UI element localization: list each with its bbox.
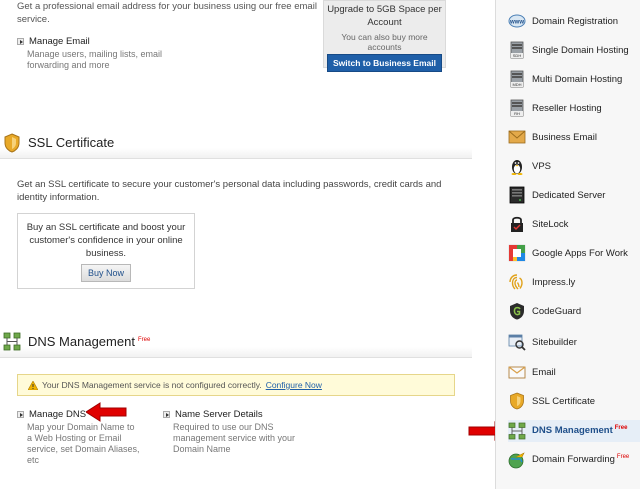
manage-dns-description: Map your Domain Name to a Web Hosting or… <box>27 422 140 465</box>
ssl-description: Get an SSL certificate to secure your cu… <box>17 179 442 203</box>
sidebar-item-label: DNS Management Free <box>532 425 627 436</box>
sidebar-item-label: Reseller Hosting <box>532 102 602 114</box>
sidebar-item-text: DNS Management <box>532 425 613 437</box>
sidebar-item-domain-forwarding[interactable]: Domain Forwarding Free <box>508 449 640 471</box>
mdh-server-icon: MDH <box>510 70 524 88</box>
sidebar-item-domain-registration[interactable]: www Domain Registration <box>508 10 640 32</box>
sidebar-item-label: Google Apps For Work <box>532 247 628 259</box>
ssl-shield-icon <box>4 133 20 153</box>
svg-text:MDH: MDH <box>512 82 521 87</box>
sidebar-item-sitelock[interactable]: SiteLock <box>508 213 640 235</box>
google-apps-icon <box>508 244 526 262</box>
lock-icon <box>511 216 523 232</box>
manage-email-description: Manage users, mailing lists, email forwa… <box>27 49 163 70</box>
globe-arrow-icon <box>508 452 525 469</box>
email-icon <box>508 366 526 379</box>
upgrade-box: Upgrade to 5GB Space per Account You can… <box>323 0 446 72</box>
ssl-shield-icon <box>510 392 524 410</box>
sidebar-item-label: Domain Registration <box>532 15 619 27</box>
dns-section-header: DNS Management Free <box>0 332 472 358</box>
sitebuilder-icon <box>508 334 526 351</box>
product-sidebar: www Domain Registration SDH Single Domai… <box>495 0 640 489</box>
sidebar-item-business-email[interactable]: Business Email <box>508 126 640 148</box>
sidebar-item-impressly[interactable]: Impress.ly <box>508 271 640 293</box>
svg-text:RH: RH <box>514 111 520 116</box>
expand-arrow-icon <box>163 411 170 418</box>
sidebar-item-codeguard[interactable]: CodeGuard <box>508 300 640 322</box>
dns-title-text: DNS Management <box>28 334 135 349</box>
svg-text:SDH: SDH <box>513 53 522 58</box>
sidebar-item-dns-management[interactable]: DNS Management Free <box>508 420 640 442</box>
sidebar-item-ssl-certificate[interactable]: SSL Certificate <box>508 390 640 412</box>
main-content: Get a professional email address for you… <box>0 0 472 489</box>
sidebar-item-reseller-hosting[interactable]: RH Reseller Hosting <box>508 97 640 119</box>
ssl-section-header: SSL Certificate <box>0 133 472 159</box>
warning-icon <box>28 380 38 390</box>
sidebar-item-label: VPS <box>532 160 552 172</box>
svg-text:www: www <box>509 20 524 26</box>
buy-now-button[interactable]: Buy Now <box>80 264 131 282</box>
dns-network-icon <box>508 422 526 440</box>
upgrade-note: You can also buy more accounts <box>341 32 428 52</box>
switch-to-business-email-button[interactable]: Switch to Business Email <box>327 54 442 72</box>
sidebar-item-label: Multi Domain Hosting <box>532 73 623 85</box>
expand-arrow-icon <box>17 411 24 418</box>
dns-network-icon <box>3 332 21 351</box>
red-arrow-icon <box>86 402 127 422</box>
sidebar-item-label: Impress.ly <box>532 276 576 288</box>
sidebar-item-dedicated-server[interactable]: Dedicated Server <box>508 184 640 206</box>
ssl-promo-box: Buy an SSL certificate and boost your cu… <box>17 213 195 289</box>
shield-g-icon <box>510 303 524 320</box>
sidebar-item-label: SiteLock <box>532 218 569 230</box>
sidebar-item-label: Sitebuilder <box>532 336 577 348</box>
envelope-icon <box>508 130 526 144</box>
expand-arrow-icon <box>17 38 24 45</box>
warning-text: Your DNS Management service is not confi… <box>42 380 262 390</box>
dns-warning-banner: Your DNS Management service is not confi… <box>17 374 455 396</box>
dns-section-title: DNS Management Free <box>28 334 150 349</box>
rh-server-icon: RH <box>510 99 524 117</box>
free-badge: Free <box>616 454 630 461</box>
free-badge: Free <box>137 336 151 343</box>
sdh-server-icon: SDH <box>510 41 524 59</box>
sidebar-item-multi-domain-hosting[interactable]: MDH Multi Domain Hosting <box>508 68 640 90</box>
sidebar-item-sitebuilder[interactable]: Sitebuilder <box>508 331 640 353</box>
sidebar-item-label: Domain Forwarding Free <box>532 454 629 465</box>
www-icon: www <box>508 14 526 28</box>
dedicated-server-icon <box>509 186 525 204</box>
sidebar-item-label: Email <box>532 366 556 378</box>
sidebar-item-label: Business Email <box>532 131 597 143</box>
sidebar-item-vps[interactable]: VPS <box>508 155 640 177</box>
fingerprint-icon <box>509 274 523 290</box>
manage-email-link[interactable]: Manage Email <box>29 36 90 47</box>
name-server-description: Required to use our DNS management servi… <box>173 422 296 454</box>
sidebar-item-label: CodeGuard <box>532 305 582 317</box>
ssl-section-title: SSL Certificate <box>28 135 115 150</box>
sidebar-item-google-apps[interactable]: Google Apps For Work <box>508 242 640 264</box>
free-badge: Free <box>614 425 628 432</box>
sidebar-item-label: SSL Certificate <box>532 395 596 407</box>
manage-dns-link[interactable]: Manage DNS <box>29 409 86 420</box>
name-server-feature[interactable]: Name Server Details Required to use our … <box>163 409 298 455</box>
ssl-promo-text: Buy an SSL certificate and boost your cu… <box>26 222 186 259</box>
sidebar-item-email[interactable]: Email <box>508 361 640 383</box>
email-description: Get a professional email address for you… <box>17 1 317 25</box>
name-server-link[interactable]: Name Server Details <box>175 409 263 420</box>
upgrade-title: Upgrade to 5GB Space per Account <box>327 4 442 28</box>
manage-email-feature[interactable]: Manage Email Manage users, mailing lists… <box>17 36 177 71</box>
sidebar-item-single-domain-hosting[interactable]: SDH Single Domain Hosting <box>508 39 640 61</box>
sidebar-item-label: Single Domain Hosting <box>532 44 629 56</box>
linux-penguin-icon <box>511 160 523 175</box>
sidebar-item-text: Domain Forwarding <box>532 454 615 466</box>
configure-now-link[interactable]: Configure Now <box>266 380 322 390</box>
sidebar-item-label: Dedicated Server <box>532 189 606 201</box>
